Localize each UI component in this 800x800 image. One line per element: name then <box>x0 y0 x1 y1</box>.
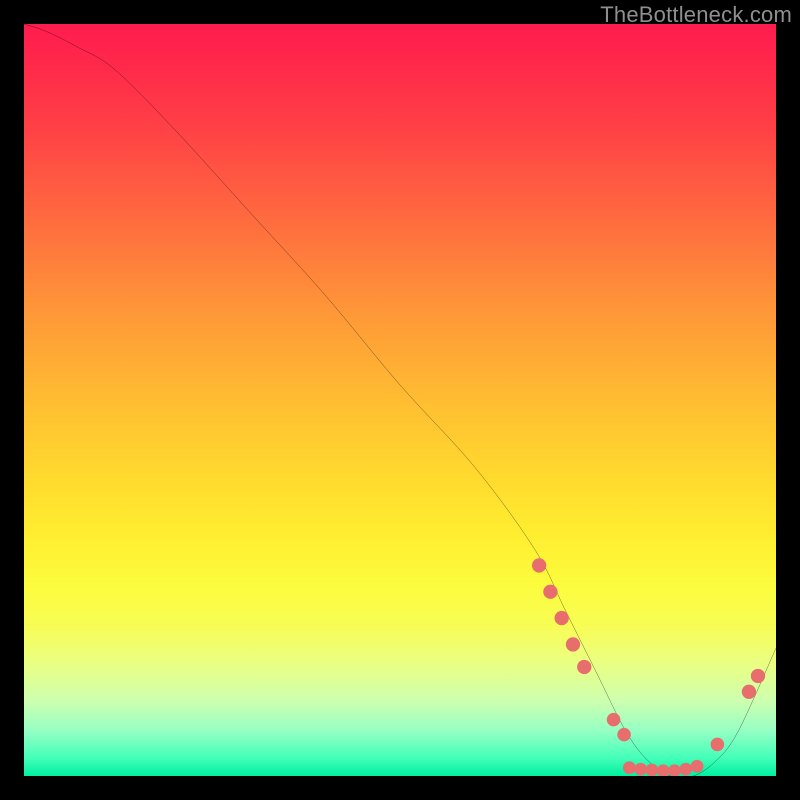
trough-marker <box>679 763 692 776</box>
watermark-text: TheBottleneck.com <box>600 2 792 28</box>
trough-marker <box>634 763 647 776</box>
left-cluster-marker <box>566 637 580 651</box>
chart-svg <box>24 24 776 776</box>
markers-layer <box>532 558 765 776</box>
trough-marker <box>617 728 631 742</box>
left-cluster-marker <box>577 660 591 674</box>
trough-marker <box>668 764 681 776</box>
trough-marker <box>623 761 636 774</box>
trough-marker <box>657 764 670 776</box>
chart-stage: TheBottleneck.com <box>0 0 800 800</box>
trough-marker <box>607 713 621 727</box>
trough-marker <box>691 760 704 773</box>
right-marker <box>751 669 765 683</box>
trough-marker <box>646 764 659 776</box>
plot-area <box>24 24 776 776</box>
right-marker <box>742 685 756 699</box>
left-cluster-marker <box>543 585 557 599</box>
left-cluster-marker <box>555 611 569 625</box>
left-cluster-marker <box>532 558 546 572</box>
right-marker <box>711 738 725 752</box>
bottleneck-curve <box>24 24 776 776</box>
curve-layer <box>24 24 776 776</box>
